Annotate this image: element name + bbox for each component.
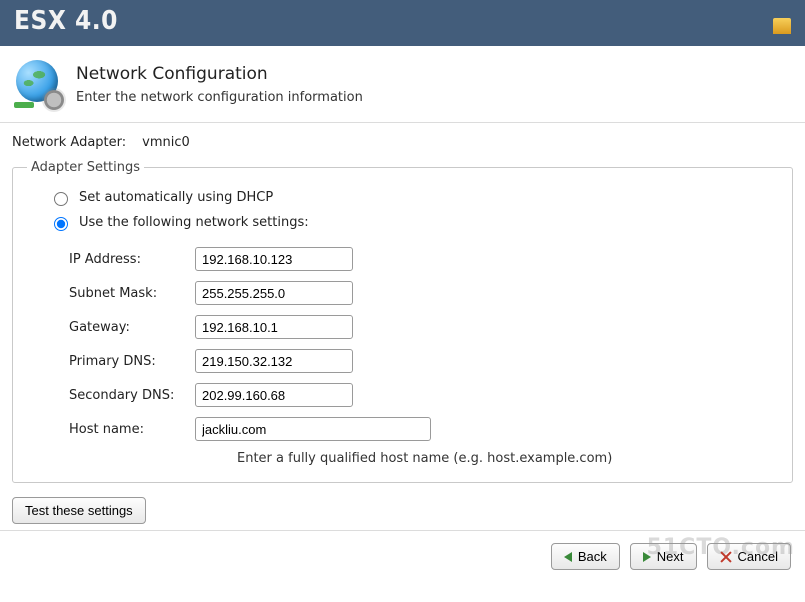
folder-icon xyxy=(773,18,791,34)
mask-label: Subnet Mask: xyxy=(69,286,195,301)
product-name: ESX 4.0 xyxy=(14,6,118,36)
adapter-label: Network Adapter: xyxy=(12,135,138,150)
radio-static[interactable]: Use the following network settings: xyxy=(27,214,778,231)
host-label: Host name: xyxy=(69,422,195,437)
radio-dhcp[interactable]: Set automatically using DHCP xyxy=(27,189,778,206)
gateway-label: Gateway: xyxy=(69,320,195,335)
ip-input[interactable] xyxy=(195,247,353,271)
arrow-left-icon xyxy=(564,552,572,562)
content-area: Network Adapter: vmnic0 Adapter Settings… xyxy=(0,123,805,530)
radio-dhcp-label: Set automatically using DHCP xyxy=(79,190,273,205)
next-button[interactable]: Next xyxy=(630,543,697,570)
cancel-label: Cancel xyxy=(738,549,778,564)
adapter-settings-group: Adapter Settings Set automatically using… xyxy=(12,160,793,483)
close-icon xyxy=(720,551,732,563)
test-settings-label: Test these settings xyxy=(25,503,133,518)
gateway-input[interactable] xyxy=(195,315,353,339)
dns2-label: Secondary DNS: xyxy=(69,388,195,403)
test-settings-button[interactable]: Test these settings xyxy=(12,497,146,524)
host-input[interactable] xyxy=(195,417,431,441)
next-label: Next xyxy=(657,549,684,564)
adapter-settings-legend: Adapter Settings xyxy=(27,160,144,175)
dns1-input[interactable] xyxy=(195,349,353,373)
dns2-input[interactable] xyxy=(195,383,353,407)
page-title: Network Configuration xyxy=(76,64,363,84)
ip-label: IP Address: xyxy=(69,252,195,267)
page-subtitle: Enter the network configuration informat… xyxy=(76,90,363,105)
arrow-right-icon xyxy=(643,552,651,562)
cancel-button[interactable]: Cancel xyxy=(707,543,791,570)
network-globe-icon xyxy=(14,60,62,108)
radio-static-input[interactable] xyxy=(54,217,68,231)
title-bar: ESX 4.0 xyxy=(0,0,805,46)
adapter-row: Network Adapter: vmnic0 xyxy=(12,135,793,160)
radio-dhcp-input[interactable] xyxy=(54,192,68,206)
back-label: Back xyxy=(578,549,607,564)
dns1-label: Primary DNS: xyxy=(69,354,195,369)
static-fields: IP Address: Subnet Mask: Gateway: Primar… xyxy=(27,247,778,466)
page-header: Network Configuration Enter the network … xyxy=(0,46,805,123)
adapter-value: vmnic0 xyxy=(142,135,190,150)
host-hint: Enter a fully qualified host name (e.g. … xyxy=(237,451,778,466)
back-button[interactable]: Back xyxy=(551,543,620,570)
mask-input[interactable] xyxy=(195,281,353,305)
radio-static-label: Use the following network settings: xyxy=(79,215,309,230)
wizard-footer: 51CTO.com Back Next Cancel xyxy=(0,530,805,590)
